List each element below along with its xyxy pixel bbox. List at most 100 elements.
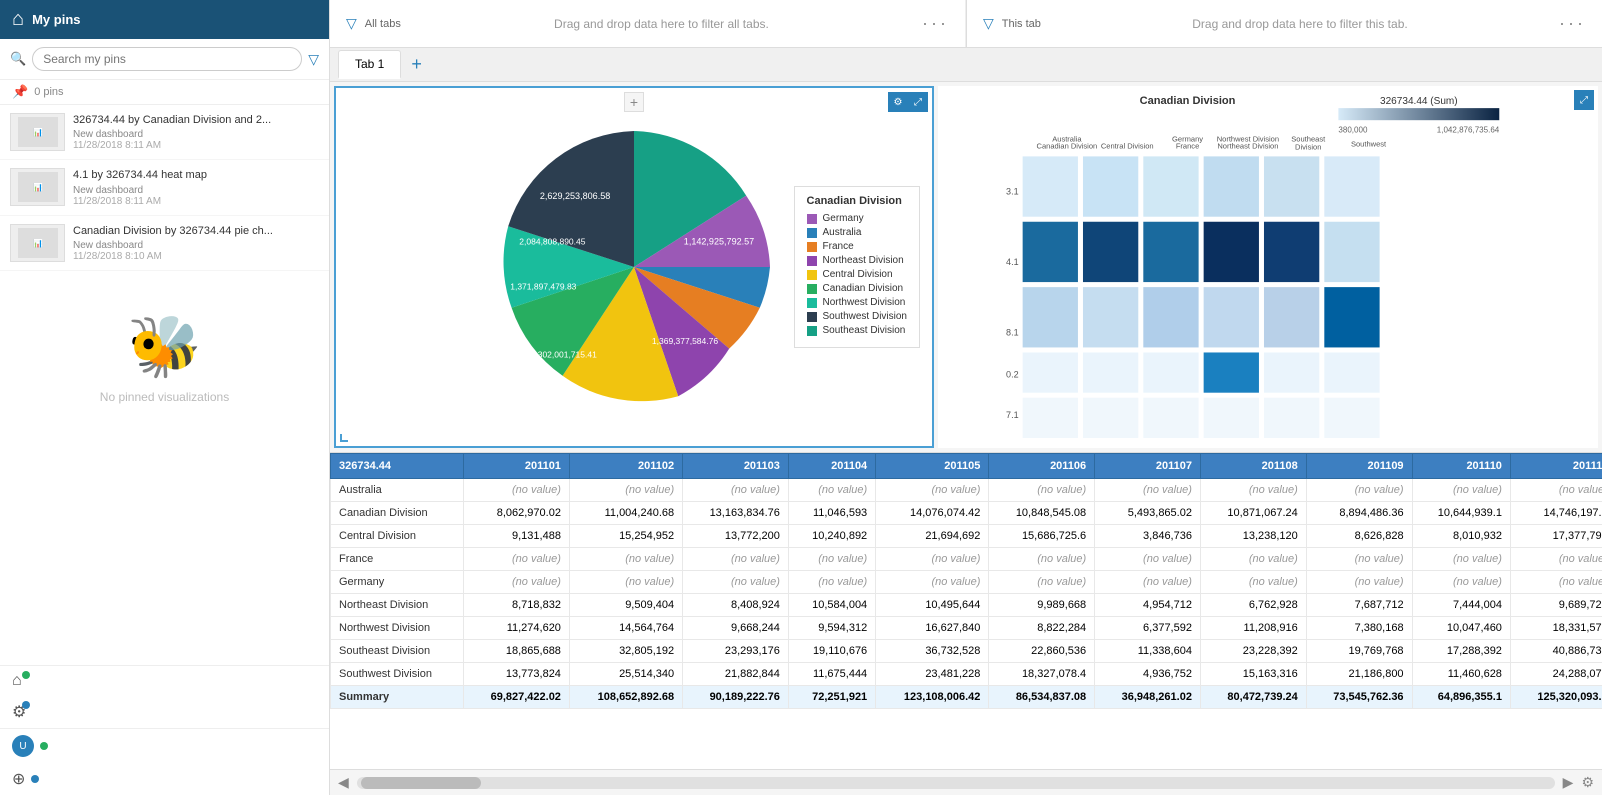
home-icon[interactable]: ⌂: [12, 8, 24, 31]
cell-2-4[interactable]: [1143, 398, 1198, 438]
cell-9-0: 69,827,422.02: [464, 686, 570, 709]
col-header-201108: 201108: [1200, 454, 1306, 479]
row-label-6: Northwest Division: [331, 617, 464, 640]
table-body: Australia(no value)(no value)(no value)(…: [331, 479, 1602, 709]
cell-0-5: (no value): [989, 479, 1095, 502]
cell-4-0: (no value): [464, 571, 570, 594]
add-tab-button[interactable]: +: [403, 54, 430, 75]
label-canadian: 1,302,001,715.41: [531, 350, 597, 360]
pin-item-2[interactable]: 📊 4.1 by 326734.44 heat map New dashboar…: [0, 160, 329, 215]
cell-4-6: (no value): [1095, 571, 1201, 594]
cell-5-6: 4,954,712: [1095, 594, 1201, 617]
cell-9-3: 72,251,921: [788, 686, 875, 709]
cell-0-2: (no value): [683, 479, 789, 502]
cell-8-3: 11,675,444: [788, 663, 875, 686]
row-label-7: Southeast Division: [331, 640, 464, 663]
cell-5-4[interactable]: [1324, 398, 1379, 438]
scroll-right-btn[interactable]: ▶: [1563, 774, 1574, 791]
cell-0-1[interactable]: [1023, 222, 1078, 282]
cell-2-3[interactable]: [1143, 352, 1198, 392]
pie-corner-expand[interactable]: ⤢: [908, 92, 928, 112]
x-label-2: Central Division: [1101, 141, 1154, 150]
heatmap-corner[interactable]: ⤢: [1574, 90, 1594, 110]
cell-5-1[interactable]: [1324, 222, 1379, 282]
cell-9-5: 86,534,837.08: [989, 686, 1095, 709]
cell-1-4: 14,076,074.42: [876, 502, 989, 525]
legend-item-australia: Australia: [807, 227, 907, 238]
table-settings-btn[interactable]: ⚙: [1581, 774, 1594, 791]
filter-button[interactable]: ▽: [308, 51, 319, 68]
tab-1[interactable]: Tab 1: [338, 50, 401, 79]
y-label-4: 0.2: [1006, 370, 1019, 380]
all-tabs-menu[interactable]: ···: [922, 13, 949, 34]
cell-2-6: 3,846,736: [1095, 525, 1201, 548]
cell-0-2[interactable]: [1023, 287, 1078, 347]
this-tab-label: This tab: [1002, 18, 1041, 30]
cell-3-2[interactable]: [1204, 287, 1259, 347]
col-header-201106: 201106: [989, 454, 1095, 479]
cell-3-1: (no value): [569, 548, 682, 571]
col-header-201105: 201105: [876, 454, 989, 479]
label-germany: 1,142,925,792.57: [684, 236, 754, 246]
scroll-left-btn[interactable]: ◀: [338, 774, 349, 791]
cell-5-2[interactable]: [1324, 287, 1379, 347]
legend-color-germany: [807, 214, 817, 224]
svg-text:📊: 📊: [33, 127, 43, 137]
cell-3-0[interactable]: [1204, 156, 1259, 216]
cell-1-2[interactable]: [1083, 287, 1138, 347]
search-bar: 🔍 ▽: [0, 39, 329, 80]
pin-icon: 📌: [12, 84, 28, 100]
cell-0-3[interactable]: [1023, 352, 1078, 392]
cell-4-0[interactable]: [1264, 156, 1319, 216]
cell-4-3[interactable]: [1264, 352, 1319, 392]
cell-4-4[interactable]: [1264, 398, 1319, 438]
heatmap-container: ⤢ Canadian Division 326734.44 (Sum) 38: [938, 86, 1598, 448]
pin-item-1[interactable]: 📊 326734.44 by Canadian Division and 2..…: [0, 105, 329, 160]
pin-item-3[interactable]: 📊 Canadian Division by 326734.44 pie ch.…: [0, 216, 329, 271]
color-min: 380,000: [1338, 125, 1368, 134]
cell-0-0[interactable]: [1023, 156, 1078, 216]
table-row: Southeast Division18,865,68832,805,19223…: [331, 640, 1602, 663]
cell-1-0[interactable]: [1083, 156, 1138, 216]
pin-title-1: 326734.44 by Canadian Division and 2...: [73, 113, 319, 127]
legend-label-northeast-division: Northeast Division: [823, 255, 904, 266]
cell-2-4: 21,694,692: [876, 525, 989, 548]
cell-0-4[interactable]: [1023, 398, 1078, 438]
table-scrollbar[interactable]: [357, 777, 1555, 789]
nav-item-home[interactable]: ⌂: [0, 666, 329, 696]
table-row: Germany(no value)(no value)(no value)(no…: [331, 571, 1602, 594]
nav-item-settings[interactable]: ⚙: [0, 696, 329, 728]
cell-3-3[interactable]: [1204, 352, 1259, 392]
cell-0-8: (no value): [1306, 479, 1412, 502]
this-tab-menu[interactable]: ···: [1559, 13, 1586, 34]
this-tab-text: Drag and drop data here to filter this t…: [1049, 17, 1551, 31]
pin-info-1: 326734.44 by Canadian Division and 2... …: [73, 113, 319, 151]
nav-item-add[interactable]: ⊕: [0, 763, 329, 795]
cell-4-1[interactable]: [1264, 222, 1319, 282]
cell-2-2[interactable]: [1143, 287, 1198, 347]
row-label-9: Summary: [331, 686, 464, 709]
cell-3-4[interactable]: [1204, 398, 1259, 438]
cell-4-2[interactable]: [1264, 287, 1319, 347]
cell-3-1[interactable]: [1204, 222, 1259, 282]
dashboard: + ⚙ ⤢: [330, 82, 1602, 795]
cell-2-0[interactable]: [1143, 156, 1198, 216]
pie-corner-settings[interactable]: ⚙: [888, 92, 908, 112]
cell-5-0[interactable]: [1324, 156, 1379, 216]
row-label-4: Germany: [331, 571, 464, 594]
legend-label-france: France: [823, 241, 854, 252]
cell-3-2: (no value): [683, 548, 789, 571]
cell-1-4[interactable]: [1083, 398, 1138, 438]
expand-handle[interactable]: +: [624, 92, 644, 112]
cell-1-1[interactable]: [1083, 222, 1138, 282]
resize-handle-sw[interactable]: [340, 434, 348, 442]
nav-home-icon: ⌂: [12, 672, 22, 690]
cell-5-3[interactable]: [1324, 352, 1379, 392]
cell-2-1[interactable]: [1143, 222, 1198, 282]
legend-label-northwest-division: Northwest Division: [823, 297, 906, 308]
search-input[interactable]: [32, 47, 302, 71]
cell-1-3[interactable]: [1083, 352, 1138, 392]
pie-chart-container: + ⚙ ⤢: [334, 86, 934, 448]
cell-8-8: 21,186,800: [1306, 663, 1412, 686]
pin-subtitle-3: New dashboard: [73, 240, 319, 251]
